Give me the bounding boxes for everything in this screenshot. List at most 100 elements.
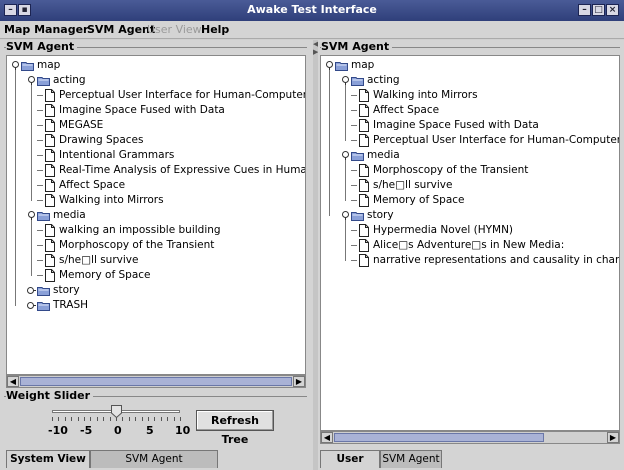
maximize-icon[interactable]: □ (592, 4, 605, 16)
expanded-toggle-icon[interactable] (325, 61, 334, 70)
scroll-left-arrow-icon[interactable]: ◀ (321, 432, 333, 443)
slider-tick (167, 417, 169, 421)
tree-node-label: s/he□ll survive (373, 179, 453, 191)
tree-connector (345, 160, 346, 201)
tree-folder-node[interactable]: map (7, 58, 305, 73)
left-tree-view[interactable]: map acting Perceptual User Interface for H… (6, 55, 306, 375)
tick-label: -10 (48, 424, 68, 437)
tree-folder-node[interactable]: acting (321, 73, 619, 88)
expanded-toggle-icon[interactable] (27, 211, 36, 220)
slider-tick (128, 417, 130, 421)
tree-document-node[interactable]: Perceptual User Interface for Human-Comp… (7, 88, 305, 103)
tree-document-node[interactable]: Walking into Mirrors (321, 88, 619, 103)
tree-document-node[interactable]: s/he□ll survive (7, 253, 305, 268)
slider-tick (52, 417, 53, 421)
tree-folder-node[interactable]: TRASH (7, 298, 305, 313)
minimize-icon[interactable]: – (578, 4, 591, 16)
document-icon (45, 194, 55, 207)
tree-node-label: Affect Space (373, 104, 440, 116)
tree-document-node[interactable]: Real-Time Analysis of Expressive Cues in… (7, 163, 305, 178)
tree-document-node[interactable]: Hypermedia Novel (HYMN) (321, 223, 619, 238)
tree-node-label: story (367, 209, 394, 221)
tree-folder-node[interactable]: acting (7, 73, 305, 88)
document-icon (359, 119, 369, 132)
scroll-right-arrow-icon[interactable]: ▶ (293, 376, 305, 387)
left-horizontal-scrollbar[interactable]: ◀ ▶ (6, 375, 306, 388)
tree-document-node[interactable]: Drawing Spaces (7, 133, 305, 148)
tree-node-label: Walking into Mirrors (373, 89, 478, 101)
tree-document-node[interactable]: narrative representations and causality … (321, 253, 619, 268)
tree-node-label: Morphoscopy of the Transient (373, 164, 529, 176)
tree-document-node[interactable]: Imagine Space Fused with Data (7, 103, 305, 118)
tree-folder-node[interactable]: story (7, 283, 305, 298)
tree-node-label: map (37, 59, 61, 71)
tree-document-node[interactable]: Memory of Space (7, 268, 305, 283)
tree-document-node[interactable]: Alice□s Adventure□s in New Media: (321, 238, 619, 253)
collapsed-toggle-icon[interactable] (27, 301, 36, 310)
tree-folder-node[interactable]: story (321, 208, 619, 223)
tree-document-node[interactable]: Morphoscopy of the Transient (7, 238, 305, 253)
tree-connector (37, 170, 43, 171)
slider-tick (96, 417, 98, 421)
tab-user-view[interactable]: User View (320, 450, 380, 470)
tree-document-node[interactable]: Perceptual User Interface for Human-Comp… (321, 133, 619, 148)
slider-tick (173, 417, 175, 421)
menu-help[interactable]: Help (201, 23, 229, 36)
close-icon[interactable]: × (606, 4, 619, 16)
expanded-toggle-icon[interactable] (341, 76, 350, 85)
tree-connector (37, 185, 43, 186)
tree-folder-node[interactable]: media (321, 148, 619, 163)
tick-label: 10 (175, 424, 191, 437)
tree-node-label: Alice□s Adventure□s in New Media: (373, 239, 565, 251)
tree-node-label: Memory of Space (59, 269, 151, 281)
slider-tick (84, 417, 85, 421)
expanded-toggle-icon[interactable] (341, 211, 350, 220)
document-icon (45, 89, 55, 102)
expanded-toggle-icon[interactable] (11, 61, 20, 70)
tree-document-node[interactable]: s/he□ll survive (321, 178, 619, 193)
tree-node-label: Perceptual User Interface for Human-Comp… (373, 134, 620, 146)
slider-tick (109, 417, 111, 421)
document-icon (45, 239, 55, 252)
tab-svm-agent[interactable]: SVM Agent (380, 450, 442, 468)
folder-icon (351, 212, 364, 221)
expanded-toggle-icon[interactable] (27, 76, 36, 85)
tab-svm-agent-classification[interactable]: SVM Agent Classification (90, 450, 218, 470)
tree-document-node[interactable]: Memory of Space (321, 193, 619, 208)
tree-document-node[interactable]: Affect Space (321, 103, 619, 118)
weight-slider[interactable]: -10 -5 0 5 10 (40, 403, 190, 443)
tree-document-node[interactable]: Affect Space (7, 178, 305, 193)
tree-document-node[interactable]: Intentional Grammars (7, 148, 305, 163)
document-icon (45, 164, 55, 177)
tree-connector (351, 95, 357, 96)
tree-document-node[interactable]: MEGASE (7, 118, 305, 133)
tree-document-node[interactable]: Morphoscopy of the Transient (321, 163, 619, 178)
slider-tick (64, 417, 66, 421)
tree-node-label: Perceptual User Interface for Human-Comp… (59, 89, 306, 101)
tree-connector (37, 125, 43, 126)
tree-node-label: s/he□ll survive (59, 254, 139, 266)
menu-svm-agent[interactable]: SVM Agent (87, 23, 155, 36)
collapsed-toggle-icon[interactable] (27, 286, 36, 295)
document-icon (45, 119, 55, 132)
menu-map-manager[interactable]: Map Manager (4, 23, 88, 36)
tab-system-view[interactable]: System View (6, 450, 90, 468)
tree-folder-node[interactable]: media (7, 208, 305, 223)
scrollbar-thumb[interactable] (20, 377, 292, 386)
expanded-toggle-icon[interactable] (341, 151, 350, 160)
tree-document-node[interactable]: walking an impossible building (7, 223, 305, 238)
tree-folder-node[interactable]: map (321, 58, 619, 73)
scroll-right-arrow-icon[interactable]: ▶ (607, 432, 619, 443)
tree-document-node[interactable]: Imagine Space Fused with Data (321, 118, 619, 133)
document-icon (359, 164, 369, 177)
right-horizontal-scrollbar[interactable]: ◀ ▶ (320, 431, 620, 444)
tree-document-node[interactable]: Walking into Mirrors (7, 193, 305, 208)
slider-tick (77, 417, 79, 421)
refresh-tree-button[interactable]: Refresh Tree (196, 410, 274, 446)
tick-label: 0 (114, 424, 122, 437)
scroll-left-arrow-icon[interactable]: ◀ (7, 376, 19, 387)
folder-icon (37, 302, 50, 311)
tick-label: -5 (80, 424, 93, 437)
scrollbar-thumb[interactable] (334, 433, 544, 442)
right-tree-view[interactable]: map acting Walking into Mirrors Affect Spac… (320, 55, 620, 431)
